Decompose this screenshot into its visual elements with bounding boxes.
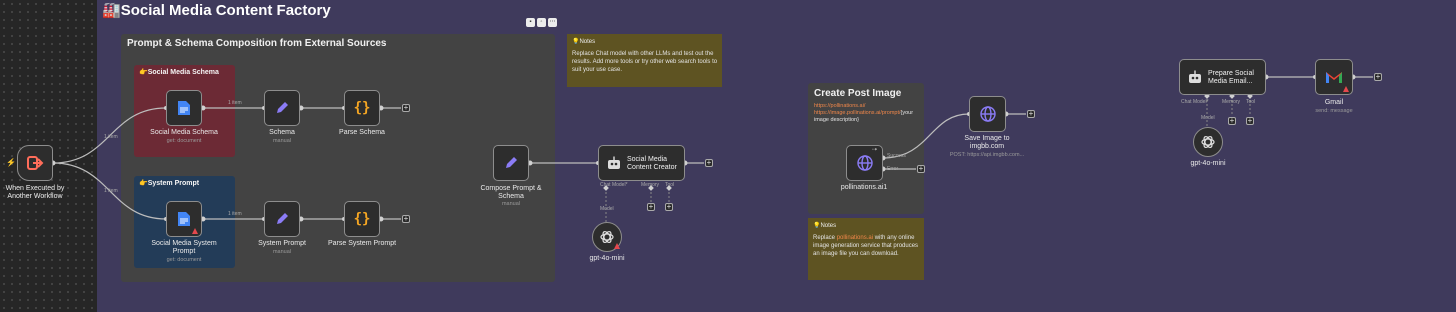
add-tool-button[interactable]: + [1246,117,1254,125]
warning-icon [1343,86,1349,92]
system-prompt-doc-sub: get: document [166,257,202,263]
gpt-4o-mini-label: gpt-4o-mini [589,255,625,262]
save-image-node[interactable] [969,96,1006,132]
save-image-sub: POST: https://api.imgbb.com... [949,152,1025,158]
compose-prompt-node[interactable] [493,145,529,181]
google-docs-icon [178,212,190,226]
gpt-4o-mini-node[interactable] [1193,127,1223,157]
system-prompt-sub: manual [272,249,292,255]
pencil-icon [506,157,517,168]
edge-label: 1 item [104,188,118,194]
arrow-badge-icon: ⇢ [872,147,878,153]
add-node-button[interactable]: + [917,165,925,173]
add-node-button[interactable]: + [402,104,410,112]
error-output-label: Error [887,166,899,172]
pencil-icon [277,213,288,224]
memory-port: Memory [641,182,660,188]
edge-label: 1 item [228,100,242,106]
openai-icon [600,230,614,244]
schema-sub: manual [272,138,292,144]
robot-icon [608,156,620,169]
warning-icon [614,243,620,249]
lightning-icon: ⚡ [6,158,16,167]
chat-model-port: Chat Model* [1181,99,1209,105]
add-node-button[interactable]: + [705,159,713,167]
trigger-label-1: When Executed by [5,185,65,192]
tool-port: Tool [1246,99,1256,105]
parse-system-prompt-node[interactable]: {} [344,201,380,237]
parse-schema-node[interactable]: {} [344,90,380,126]
add-memory-button[interactable]: + [1228,117,1236,125]
tool-port: Tool [665,182,675,188]
save-image-label-1: Save Image to [964,135,1010,142]
robot-icon [1189,70,1201,83]
prepare-email-label-1: Prepare Social [1208,70,1254,77]
parse-schema-label: Parse Schema [339,129,385,136]
schema-label: Schema [269,129,295,136]
pollinations-label: pollinations.ai1 [840,184,888,191]
openai-icon [1201,135,1215,149]
add-node-button[interactable]: + [402,215,410,223]
parse-system-prompt-label: Parse System Prompt [327,240,397,247]
gmail-label: Gmail [1324,99,1344,106]
trigger-node[interactable] [17,145,53,181]
edge-label: 1 item [228,211,242,217]
social-media-schema-node[interactable] [166,90,202,126]
creator-label-2: Content Creator [627,164,677,171]
compose-label-1: Compose Prompt & [480,185,542,192]
compose-label-2: Schema [498,193,524,200]
model-port-label: Model [600,206,614,212]
pencil-icon [277,102,288,113]
warning-icon [192,228,198,234]
memory-port: Memory [1222,99,1241,105]
prepare-email-label-2: Media Email... [1208,78,1253,85]
success-output-label: Success [887,153,906,159]
content-creator-node[interactable]: Social Media Content Creator [598,145,685,181]
system-prompt-label: System Prompt [258,240,306,247]
social-media-schema-sub: get: document [166,138,202,144]
schema-node[interactable] [264,90,300,126]
globe-icon [856,155,873,171]
add-tool-button[interactable]: + [665,203,673,211]
gpt-4o-mini-label: gpt-4o-mini [1190,160,1226,167]
trigger-label-2: Another Workflow [7,193,63,200]
model-port-label: Model [1201,115,1215,121]
add-node-button[interactable]: + [1374,73,1382,81]
chat-model-port: Chat Model* [600,182,628,188]
globe-icon [979,106,996,122]
social-media-schema-label: Social Media Schema [150,129,218,136]
add-memory-button[interactable]: + [647,203,655,211]
edge-label: 1 item [104,134,118,140]
system-prompt-node[interactable] [264,201,300,237]
save-image-label-2: imgbb.com [969,143,1005,150]
gmail-icon [1326,72,1342,83]
creator-label-1: Social Media [627,156,668,163]
system-prompt-doc-label-1: Social Media System [151,240,217,247]
compose-sub: manual [501,201,521,207]
execute-workflow-icon [27,156,44,170]
add-node-button[interactable]: + [1027,110,1035,118]
system-prompt-doc-label-2: Prompt [172,248,196,255]
code-braces-icon: {} [353,211,371,227]
connection-wires [50,74,1373,222]
gmail-sub: send: message [1315,108,1353,114]
code-braces-icon: {} [353,100,371,116]
prepare-email-node[interactable]: Prepare Social Media Email... [1179,59,1266,95]
google-docs-icon [178,101,190,115]
pollinations-node[interactable] [846,145,883,181]
